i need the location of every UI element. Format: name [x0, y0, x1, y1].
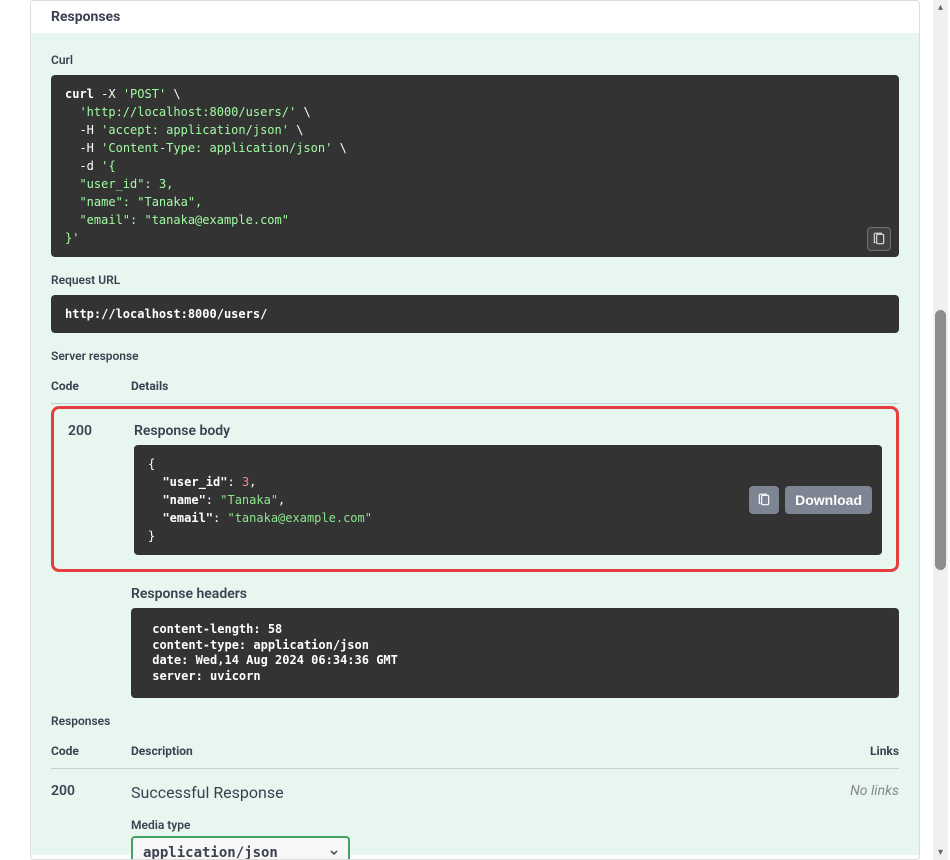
scrollbar-thumb[interactable] — [935, 310, 946, 570]
copy-response-body-button[interactable] — [749, 486, 779, 514]
vertical-scrollbar[interactable]: ▴ ▾ — [933, 0, 948, 860]
response-headers-label: Response headers — [131, 586, 899, 602]
responses-code: 200 — [51, 783, 131, 860]
scroll-down-arrow-icon[interactable]: ▾ — [933, 847, 948, 858]
col-code-header: Code — [51, 379, 131, 393]
server-response-table-header: Code Details — [51, 379, 899, 404]
responses-header: Responses — [31, 1, 919, 33]
response-headers-codeblock: content-length: 58 content-type: applica… — [131, 608, 899, 698]
col-links-header: Links — [839, 744, 899, 758]
col-details-header: Details — [131, 379, 899, 393]
col-description-header: Description — [131, 744, 839, 758]
media-type-select-wrap[interactable]: application/json — [131, 836, 350, 860]
responses-section-label: Responses — [51, 714, 899, 728]
curl-label: Curl — [51, 53, 899, 67]
curl-codeblock: curl -X 'POST' \ 'http://localhost:8000/… — [51, 75, 899, 257]
request-url-value: http://localhost:8000/users/ — [51, 295, 899, 333]
responses-title: Responses — [51, 9, 899, 25]
request-url-label: Request URL — [51, 273, 899, 287]
col-code-header2: Code — [51, 744, 131, 758]
response-code: 200 — [68, 423, 134, 555]
scroll-up-arrow-icon[interactable]: ▴ — [933, 2, 948, 13]
copy-curl-button[interactable] — [867, 227, 891, 251]
response-body-label: Response body — [134, 423, 882, 439]
media-type-label: Media type — [131, 818, 839, 832]
responses-table-header: Code Description Links — [51, 744, 899, 769]
media-type-select[interactable]: application/json — [131, 836, 350, 860]
clipboard-icon — [872, 232, 886, 246]
server-response-label: Server response — [51, 349, 899, 363]
response-body-codeblock: { "user_id": 3, "name": "Tanaka", "email… — [134, 445, 882, 555]
responses-description: Successful Response — [131, 783, 839, 802]
clipboard-icon — [757, 493, 771, 507]
no-links: No links — [839, 783, 899, 860]
response-highlight-box: 200 Response body { "user_id": 3, "name"… — [51, 406, 899, 572]
download-button[interactable]: Download — [785, 486, 872, 514]
